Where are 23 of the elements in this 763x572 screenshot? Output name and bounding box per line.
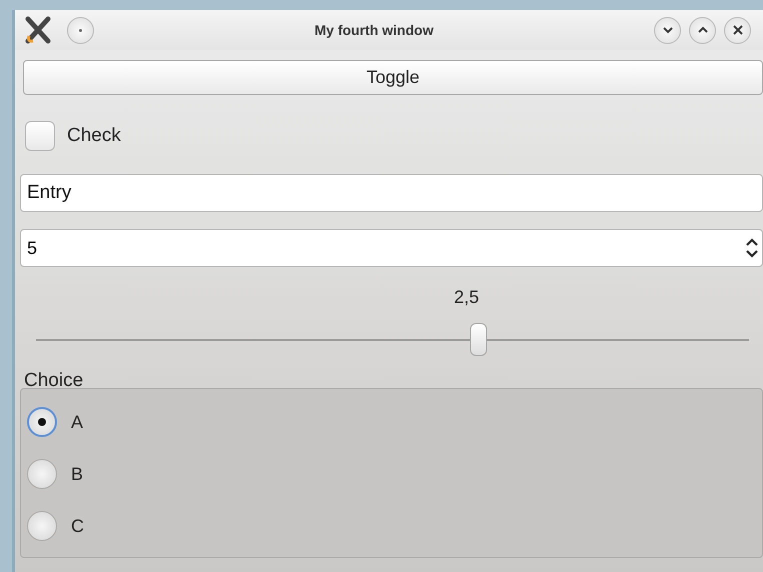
radio-label[interactable]: B (71, 460, 84, 488)
entry-field[interactable]: Entry (20, 174, 763, 212)
toggle-button[interactable]: Toggle (23, 60, 763, 95)
minimize-button[interactable] (654, 16, 681, 44)
close-icon[interactable] (732, 24, 744, 36)
radio-button[interactable] (27, 407, 57, 437)
chevron-up-icon[interactable] (696, 26, 708, 34)
window-title: My fourth window (314, 20, 434, 40)
radio-button[interactable] (27, 459, 57, 489)
group-title: Choice (24, 371, 84, 390)
spin-box[interactable]: 5 (20, 229, 763, 267)
maximize-button[interactable] (689, 16, 716, 44)
checkbox[interactable] (25, 121, 55, 151)
slider-thumb[interactable] (470, 323, 488, 356)
app-icon (25, 16, 51, 44)
radio-button[interactable] (27, 511, 57, 541)
radio-label[interactable]: C (71, 512, 84, 540)
close-button[interactable] (724, 16, 751, 44)
checkbox-label[interactable]: Check (67, 122, 121, 150)
spin-arrows-icon[interactable] (745, 237, 759, 259)
radio-label[interactable]: A (71, 408, 84, 436)
chevron-down-icon[interactable] (662, 26, 674, 34)
slider-value: 2,5 (454, 286, 480, 309)
